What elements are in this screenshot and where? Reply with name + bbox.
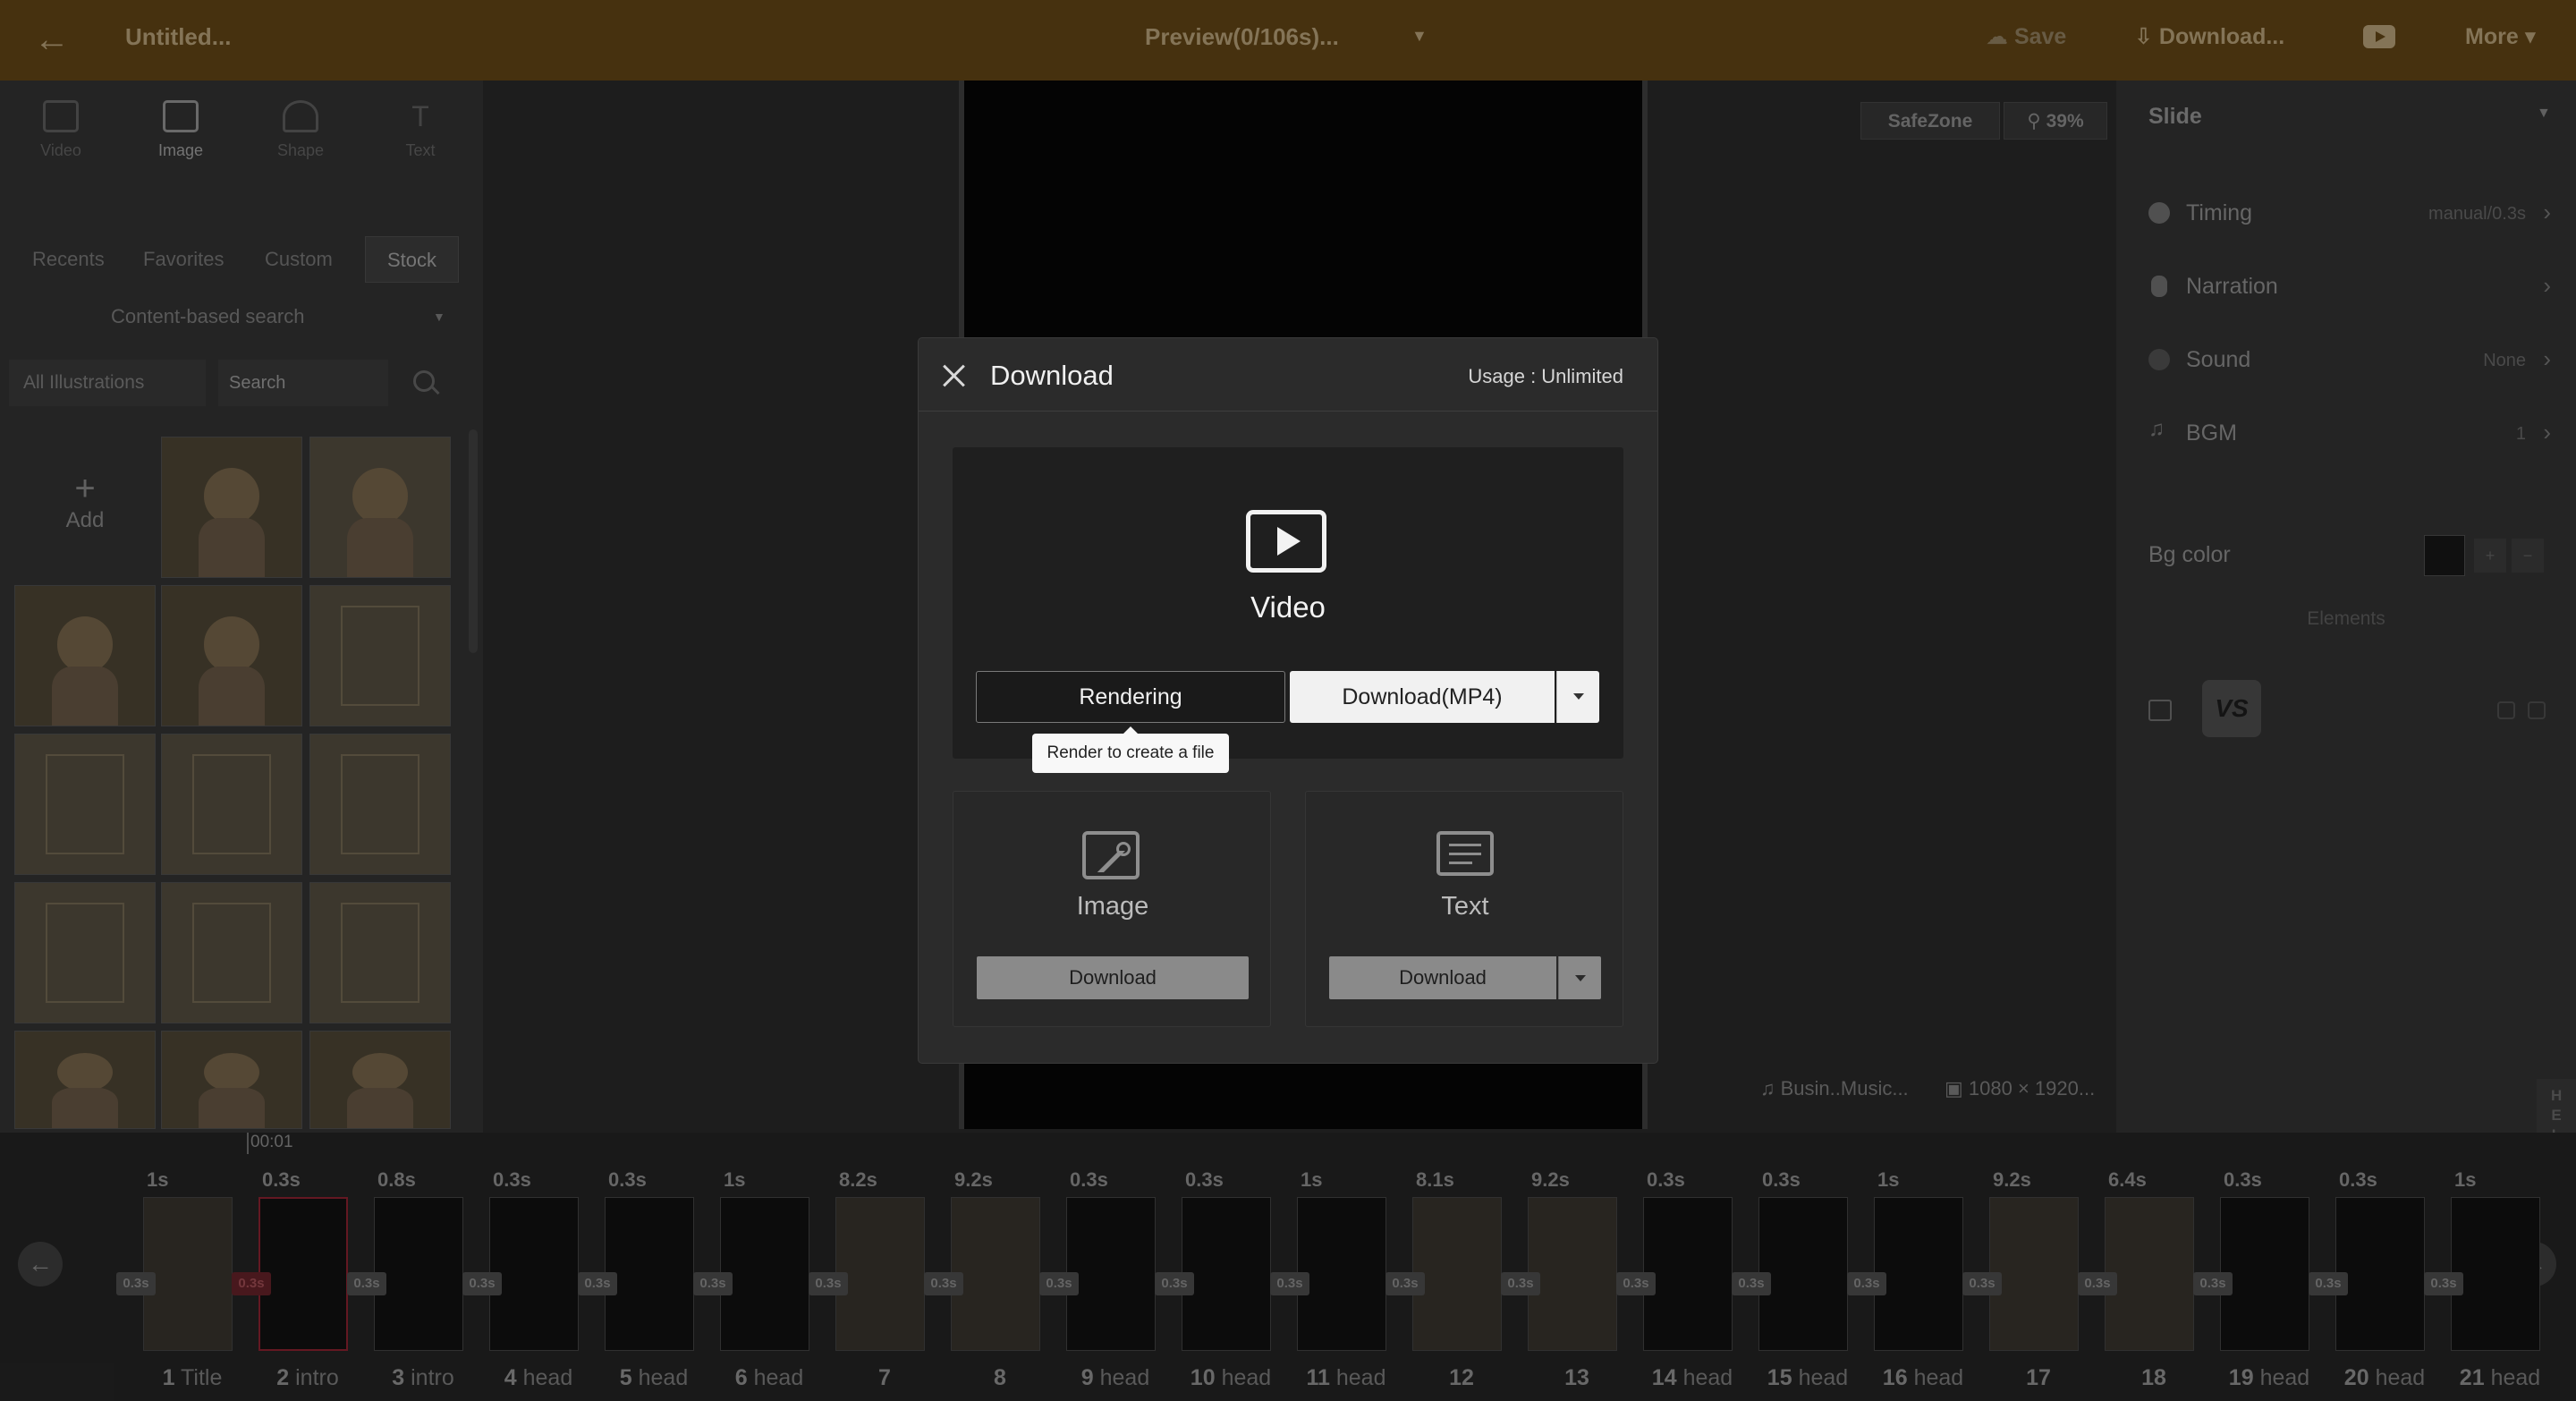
video-section: Video Rendering Download(MP4) Render to …	[953, 447, 1623, 773]
document-text-icon	[1436, 831, 1494, 876]
render-tooltip: Render to create a file	[1032, 726, 1229, 773]
image-icon	[1082, 831, 1140, 879]
usage-label: Usage : Unlimited	[1468, 365, 1623, 387]
rendering-button[interactable]: Rendering	[976, 671, 1285, 723]
image-section: Image Download	[953, 791, 1271, 1027]
play-icon	[1246, 510, 1326, 573]
text-label: Text	[1441, 892, 1489, 921]
download-dialog: Download Usage : Unlimited Video Renderi…	[919, 338, 1657, 1063]
download-text-button[interactable]: Download	[1329, 956, 1556, 999]
dialog-title: Download	[990, 360, 1114, 391]
chevron-down-icon[interactable]	[1556, 671, 1599, 723]
close-icon[interactable]	[938, 360, 970, 392]
download-mp4-button[interactable]: Download(MP4)	[1290, 671, 1555, 723]
dialog-header: Download Usage : Unlimited	[919, 338, 1657, 412]
image-label: Image	[1076, 892, 1149, 921]
chevron-down-icon[interactable]	[1558, 956, 1601, 999]
text-section: Text Download	[1305, 791, 1623, 1027]
download-image-button[interactable]: Download	[977, 956, 1249, 999]
video-label: Video	[1250, 590, 1326, 624]
app-root: ← Untitled... Preview(0/106s)... ▼ ☁ Sav…	[0, 0, 2576, 1401]
